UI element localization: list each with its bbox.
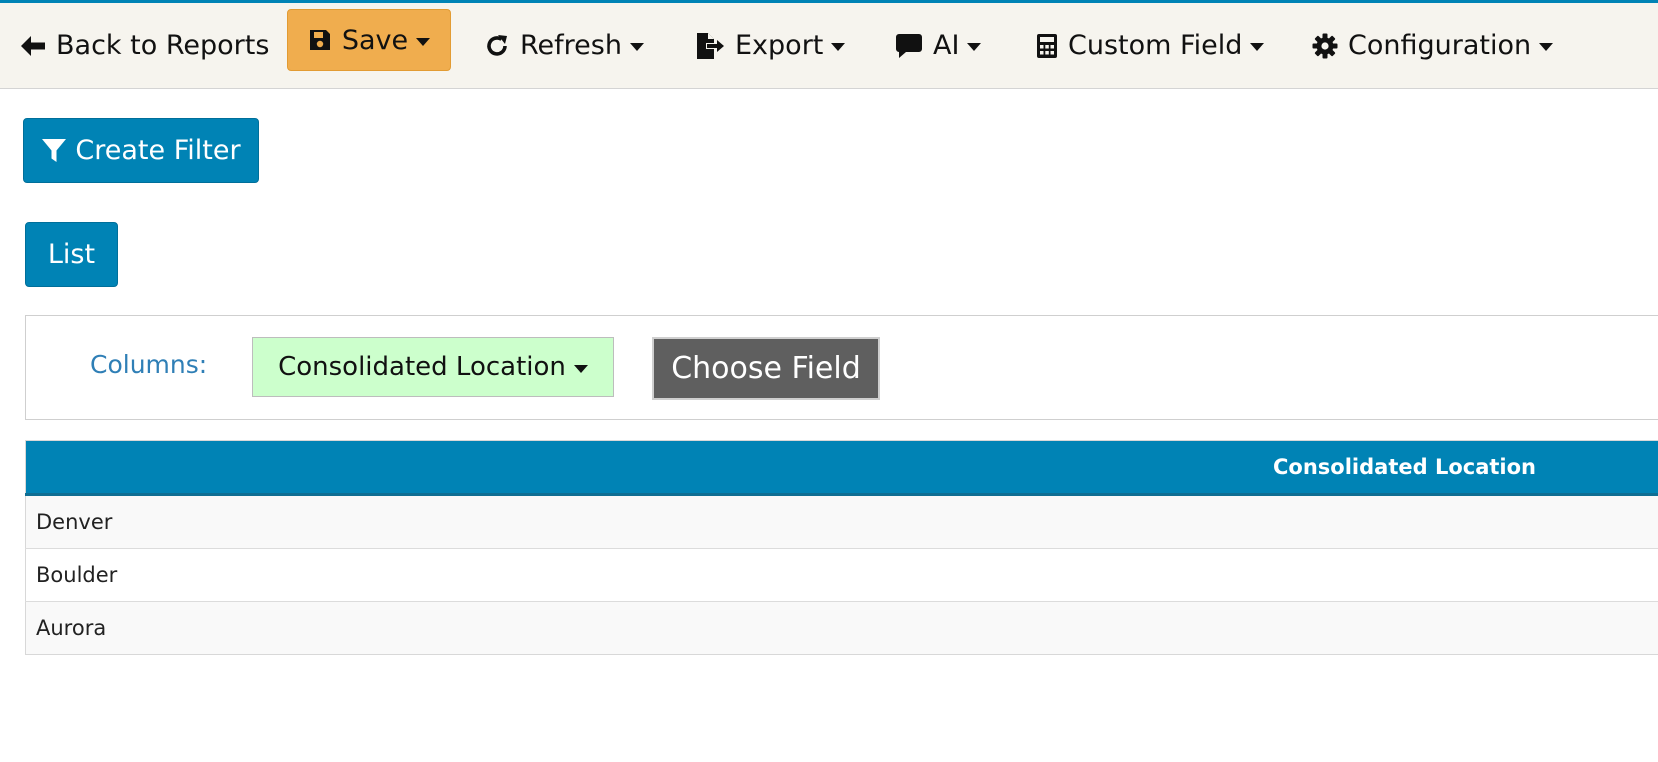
chevron-down-icon bbox=[416, 37, 431, 46]
back-to-reports-button[interactable]: Back to Reports bbox=[20, 3, 269, 88]
back-to-reports-label: Back to Reports bbox=[56, 30, 270, 61]
column-header-consolidated-location[interactable]: Consolidated Location bbox=[25, 440, 1658, 496]
table-header-row: Consolidated Location bbox=[25, 440, 1658, 496]
table-row: Denver bbox=[25, 494, 1658, 549]
file-export-icon bbox=[695, 32, 725, 60]
chevron-down-icon bbox=[1250, 43, 1265, 51]
refresh-label: Refresh bbox=[520, 30, 622, 61]
chevron-down-icon bbox=[629, 43, 644, 51]
chevron-down-icon bbox=[967, 43, 982, 51]
list-view-label: List bbox=[47, 239, 96, 270]
column-chip-label: Consolidated Location bbox=[278, 352, 566, 382]
columns-panel: Columns: Consolidated Location Choose Fi… bbox=[25, 315, 1658, 420]
report-table: Consolidated Location Denver Boulder Aur… bbox=[25, 440, 1658, 655]
funnel-icon bbox=[41, 137, 67, 165]
table-cell: Boulder bbox=[25, 548, 1658, 602]
custom-field-label: Custom Field bbox=[1068, 30, 1243, 61]
configuration-button[interactable]: Configuration bbox=[1312, 3, 1554, 88]
configuration-label: Configuration bbox=[1348, 30, 1532, 61]
table-cell: Denver bbox=[25, 494, 1658, 549]
calculator-icon bbox=[1036, 33, 1058, 59]
column-chip-consolidated-location[interactable]: Consolidated Location bbox=[252, 337, 614, 397]
create-filter-button[interactable]: Create Filter bbox=[23, 118, 259, 183]
table-row: Boulder bbox=[25, 548, 1658, 602]
speech-bubble-icon bbox=[895, 33, 923, 59]
custom-field-button[interactable]: Custom Field bbox=[1036, 3, 1265, 88]
choose-field-label: Choose Field bbox=[671, 351, 861, 386]
table-cell: Aurora bbox=[25, 601, 1658, 655]
ai-button[interactable]: AI bbox=[895, 3, 982, 88]
table-row: Aurora bbox=[25, 601, 1658, 655]
ai-label: AI bbox=[933, 30, 960, 61]
rotate-right-icon bbox=[484, 33, 510, 59]
arrow-left-icon bbox=[20, 34, 46, 58]
export-button[interactable]: Export bbox=[695, 3, 846, 88]
floppy-disk-icon bbox=[308, 28, 332, 52]
chevron-down-icon bbox=[1539, 43, 1554, 51]
save-button[interactable]: Save bbox=[287, 9, 451, 71]
list-view-button[interactable]: List bbox=[25, 222, 118, 287]
save-label: Save bbox=[341, 24, 409, 56]
create-filter-label: Create Filter bbox=[75, 135, 241, 166]
report-toolbar: Back to Reports Save Refresh Export AI C bbox=[0, 3, 1658, 89]
refresh-button[interactable]: Refresh bbox=[484, 3, 644, 88]
columns-label: Columns: bbox=[90, 350, 208, 379]
gear-icon bbox=[1312, 33, 1338, 59]
chevron-down-icon bbox=[573, 364, 588, 373]
choose-field-button[interactable]: Choose Field bbox=[652, 337, 880, 400]
export-label: Export bbox=[735, 30, 824, 61]
chevron-down-icon bbox=[831, 43, 846, 51]
